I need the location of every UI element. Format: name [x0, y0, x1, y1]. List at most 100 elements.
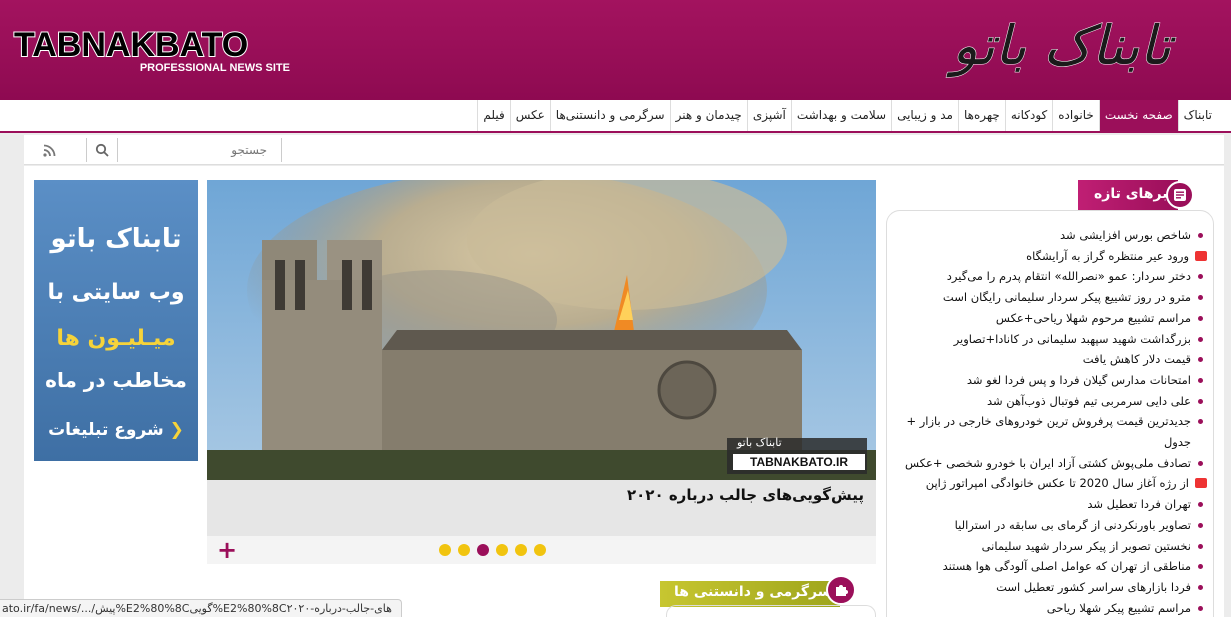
news-item[interactable]: امتحانات مدارس گیلان فردا و پس فردا لغو … [887, 370, 1203, 391]
bullet-icon [1198, 295, 1203, 301]
section-header-entertainment[interactable]: سرگرمی و دانستنی ها [660, 575, 856, 607]
news-item-text: جدیدترین قیمت پرفروش ترین خودروهای خارجی… [906, 414, 1191, 450]
nav-item[interactable]: عکس [509, 100, 550, 131]
ad-text-highlight: میـلیـون ها [56, 326, 176, 351]
slider-dot[interactable] [477, 544, 489, 556]
news-item-text: تهران فردا تعطیل شد [1087, 497, 1191, 512]
search-bar [24, 135, 1224, 165]
bullet-icon [1198, 315, 1203, 321]
news-item[interactable]: نخستین تصویر از پیکر سردار شهید سلیمانی [887, 536, 1203, 557]
news-item-text: علی دایی سرمربی تیم فوتبال ذوب‌آهن شد [986, 393, 1191, 408]
slider-dot[interactable] [439, 544, 451, 556]
ad-text-line: وب سایتی با [47, 280, 185, 305]
bullet-icon [1198, 584, 1203, 590]
logo-tagline: PROFESSIONAL NEWS SITE [139, 62, 290, 74]
nav-item[interactable]: سرگرمی و دانستنی‌ها [549, 100, 670, 131]
site-logo-persian[interactable]: تابناک باتو [951, 6, 1171, 86]
news-item[interactable]: شاخص بورس افزایشی شد [887, 225, 1203, 246]
ad-text-line: مخاطب در ماه [45, 368, 187, 392]
watermark-persian: تابناک باتو [737, 436, 782, 449]
nav-list: تابناک صفحه نخست خانواده کودکانه چهره‌ها مد و… [477, 100, 1217, 131]
rss-icon [42, 144, 55, 157]
site-logo-english[interactable]: TABNAKBATO PROFESSIONAL NEWS SITE [13, 26, 294, 76]
featured-slider: تابناک باتو TABNAKBATO.IR پیش‌گویی‌های ج… [207, 180, 876, 564]
search-button[interactable] [86, 138, 118, 162]
nav-item[interactable]: تابناک [1177, 100, 1217, 131]
news-item-text: مراسم تشییع پیکر شهلا ریاحی [1046, 600, 1191, 615]
ad-cta-button[interactable]: شروع تبلیغات ❯ [46, 420, 186, 440]
news-item-text: مراسم تشییع مرحوم شهلا ریاحی+عکس [995, 310, 1191, 325]
nav-item[interactable]: خانواده [1052, 100, 1099, 131]
news-item[interactable]: مراسم تشییع پیکر شهلا ریاحی [887, 598, 1203, 617]
search-icon [95, 143, 109, 157]
news-item[interactable]: مناطقی از تهران که عوامل اصلی آلودگی هوا… [887, 556, 1203, 577]
bullet-icon [1198, 502, 1203, 508]
news-list: شاخص بورس افزایشی شد ورود عیر منتظره گراز… [887, 225, 1207, 617]
cathedral-fire-photo [207, 180, 876, 480]
slider-dot[interactable] [496, 544, 508, 556]
slider-dot[interactable] [458, 544, 470, 556]
bullet-icon [1198, 357, 1203, 363]
news-item[interactable]: دختر سردار: عمو «نصرالله» انتقام پدرم را… [887, 266, 1203, 287]
news-item[interactable]: قیمت دلار کاهش یافت [887, 349, 1203, 370]
search-input[interactable] [118, 138, 282, 162]
watermark-english: TABNAKBATO.IR [733, 454, 865, 470]
news-item-text: شاخص بورس افزایشی شد [1060, 228, 1191, 242]
news-item[interactable]: علی دایی سرمربی تیم فوتبال ذوب‌آهن شد [887, 391, 1203, 412]
bullet-icon [1198, 564, 1203, 570]
news-item-text: قیمت دلار کاهش یافت [1082, 352, 1191, 367]
news-item[interactable]: مترو در روز تشییع پیکر سردار سلیمانی رای… [887, 287, 1203, 308]
nav-item[interactable]: مد و زیبایی [891, 100, 958, 131]
slide-caption-box[interactable]: پیش‌گویی‌های جالب درباره ۲۰۲۰ [207, 480, 876, 536]
bullet-icon [1198, 336, 1203, 342]
slider-dot[interactable] [534, 544, 546, 556]
bullet-icon [1198, 605, 1203, 611]
nav-item[interactable]: چهره‌ها [957, 100, 1005, 131]
news-item[interactable]: تصاویر باورنکردنی از گرمای بی سابقه در ا… [887, 515, 1203, 536]
slide-caption[interactable]: پیش‌گویی‌های جالب درباره ۲۰۲۰ [627, 486, 864, 504]
news-item-text: تصاویر باورنکردنی از گرمای بی سابقه در ا… [954, 517, 1191, 532]
puzzle-icon [826, 575, 856, 605]
nav-item[interactable]: صفحه نخست [1098, 100, 1178, 131]
news-item-text: دختر سردار: عمو «نصرالله» انتقام پدرم را… [946, 269, 1191, 284]
news-item[interactable]: جدیدترین قیمت پرفروش ترین خودروهای خارجی… [887, 411, 1203, 452]
news-item[interactable]: تصادف ملی‌پوش کشتی آزاد ایران با خودرو ش… [887, 453, 1203, 474]
news-item[interactable]: تهران فردا تعطیل شد [887, 494, 1203, 515]
video-icon [1195, 250, 1207, 261]
news-item-text: تصادف ملی‌پوش کشتی آزاد ایران با خودرو ش… [904, 455, 1191, 470]
news-item[interactable]: مراسم تشییع مرحوم شهلا ریاحی+عکس [887, 308, 1203, 329]
bullet-icon [1198, 377, 1203, 383]
page: TABNAKBATO PROFESSIONAL NEWS SITE تابناک… [0, 0, 1231, 617]
browser-status-bar: ato.ir/fa/news/.../پیش%E2%80%8Cگویی%E2%8… [0, 599, 402, 617]
news-item-text: مترو در روز تشییع پیکر سردار سلیمانی رای… [942, 290, 1191, 305]
ad-cta-label: شروع تبلیغات [48, 420, 164, 440]
nav-item[interactable]: کودکانه [1004, 100, 1052, 131]
nav-item[interactable]: چیدمان و هنر [669, 100, 747, 131]
plus-icon[interactable]: + [217, 536, 237, 564]
nav-item[interactable]: سلامت و بهداشت [790, 100, 891, 131]
news-item[interactable]: فردا بازارهای سراسر کشور تعطیل است [887, 577, 1203, 598]
slider-dot[interactable] [515, 544, 527, 556]
news-item[interactable]: بزرگداشت شهید سپهبد سلیمانی در کانادا+تص… [887, 329, 1203, 350]
main-nav: تابناک صفحه نخست خانواده کودکانه چهره‌ها مد و… [0, 100, 1231, 133]
news-item-text: نخستین تصویر از پیکر سردار شهید سلیمانی [981, 538, 1191, 553]
slide-image[interactable]: تابناک باتو TABNAKBATO.IR [207, 180, 876, 480]
chevron-right-icon: ❯ [169, 420, 184, 440]
nav-item[interactable]: آشپزی [746, 100, 791, 131]
bullet-icon [1198, 398, 1203, 404]
logo-wordmark: TABNAKBATO [13, 26, 249, 64]
ad-banner[interactable]: تابناک باتو وب سایتی با میـلیـون ها مخاط… [34, 180, 198, 461]
latest-news-header: خبرهای تازه [1078, 180, 1194, 210]
slider-dots [439, 544, 546, 556]
rss-button[interactable] [36, 138, 62, 162]
bullet-icon [1198, 233, 1203, 238]
news-item-text: مناطقی از تهران که عوامل اصلی آلودگی هوا… [942, 559, 1191, 574]
news-item[interactable]: از رژه آغاز سال 2020 تا عکس خانوادگی امپ… [887, 473, 1207, 494]
section-box [666, 605, 876, 617]
ad-title: تابناک باتو [50, 224, 182, 254]
site-header: TABNAKBATO PROFESSIONAL NEWS SITE تابناک… [0, 0, 1231, 100]
bullet-icon [1198, 419, 1203, 425]
news-item[interactable]: ورود عیر منتظره گراز به آرایشگاه [887, 246, 1207, 267]
nav-item[interactable]: فیلم [477, 100, 509, 131]
news-item-text: از رژه آغاز سال 2020 تا عکس خانوادگی امپ… [925, 476, 1189, 491]
